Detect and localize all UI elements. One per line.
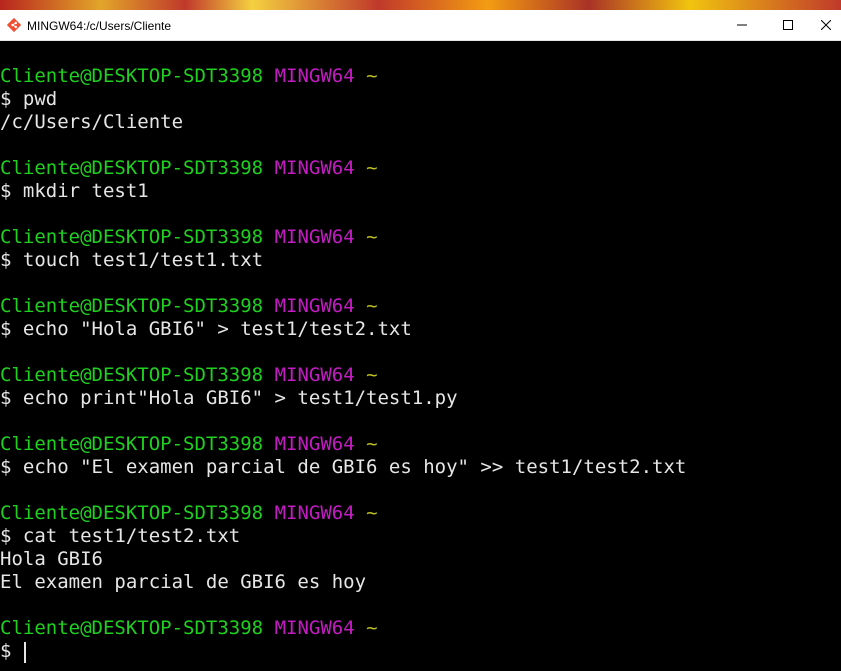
prompt-line: Cliente@DESKTOP-SDT3398 MINGW64 ~ <box>0 65 378 88</box>
prompt-shell: MINGW64 <box>274 157 355 179</box>
prompt-path: ~ <box>366 617 378 639</box>
prompt-user-host: Cliente@DESKTOP-SDT3398 <box>0 433 264 455</box>
prompt-shell: MINGW64 <box>274 295 355 317</box>
prompt-line: Cliente@DESKTOP-SDT3398 MINGW64 ~ <box>0 364 378 387</box>
output-line: Hola GBI6 <box>0 548 103 570</box>
prompt-path: ~ <box>366 157 378 179</box>
prompt-shell: MINGW64 <box>274 433 355 455</box>
prompt-user-host: Cliente@DESKTOP-SDT3398 <box>0 617 264 639</box>
prompt-user-host: Cliente@DESKTOP-SDT3398 <box>0 364 264 386</box>
prompt-shell: MINGW64 <box>274 502 355 524</box>
prompt-user-host: Cliente@DESKTOP-SDT3398 <box>0 65 264 87</box>
git-bash-window: MINGW64:/c/Users/Cliente Cliente@DESKTOP… <box>0 0 841 671</box>
command-line: $ echo print"Hola GBI6" > test1/test1.py <box>0 387 458 409</box>
prompt-user-host: Cliente@DESKTOP-SDT3398 <box>0 502 264 524</box>
prompt-path: ~ <box>366 226 378 248</box>
prompt-line: Cliente@DESKTOP-SDT3398 MINGW64 ~ <box>0 433 378 456</box>
close-icon <box>821 20 831 30</box>
prompt-user-host: Cliente@DESKTOP-SDT3398 <box>0 157 264 179</box>
prompt-shell: MINGW64 <box>274 364 355 386</box>
prompt-line: Cliente@DESKTOP-SDT3398 MINGW64 ~ <box>0 226 378 249</box>
minimize-button[interactable] <box>719 10 765 40</box>
prompt-shell: MINGW64 <box>274 617 355 639</box>
title-bar[interactable]: MINGW64:/c/Users/Cliente <box>0 10 841 41</box>
prompt-shell: MINGW64 <box>274 226 355 248</box>
command-line: $ pwd <box>0 88 58 110</box>
maximize-button[interactable] <box>765 10 811 40</box>
command-line: $ mkdir test1 <box>0 180 149 202</box>
input-prompt[interactable]: $ <box>0 640 23 663</box>
text-cursor <box>24 642 26 663</box>
prompt-line: Cliente@DESKTOP-SDT3398 MINGW64 ~ <box>0 157 378 180</box>
prompt-user-host: Cliente@DESKTOP-SDT3398 <box>0 226 264 248</box>
prompt-path: ~ <box>366 433 378 455</box>
prompt-line: Cliente@DESKTOP-SDT3398 MINGW64 ~ <box>0 502 378 525</box>
desktop-wallpaper-strip <box>0 0 841 10</box>
prompt-line: Cliente@DESKTOP-SDT3398 MINGW64 ~ <box>0 617 378 640</box>
prompt-path: ~ <box>366 65 378 87</box>
prompt-line: Cliente@DESKTOP-SDT3398 MINGW64 ~ <box>0 295 378 318</box>
prompt-path: ~ <box>366 295 378 317</box>
command-line: $ cat test1/test2.txt <box>0 525 241 547</box>
output-line: El examen parcial de GBI6 es hoy <box>0 571 367 593</box>
git-bash-icon[interactable] <box>6 17 22 33</box>
prompt-shell: MINGW64 <box>274 65 355 87</box>
maximize-icon <box>783 20 793 30</box>
command-line: $ echo "Hola GBI6" > test1/test2.txt <box>0 318 412 340</box>
command-line: $ touch test1/test1.txt <box>0 249 264 271</box>
command-line: $ echo "El examen parcial de GBI6 es hoy… <box>0 456 687 478</box>
prompt-user-host: Cliente@DESKTOP-SDT3398 <box>0 295 264 317</box>
window-title: MINGW64:/c/Users/Cliente <box>27 19 172 33</box>
minimize-icon <box>737 24 747 26</box>
prompt-path: ~ <box>366 502 378 524</box>
close-button[interactable] <box>811 10 841 40</box>
prompt-path: ~ <box>366 364 378 386</box>
terminal-output[interactable]: Cliente@DESKTOP-SDT3398 MINGW64 ~ $ pwd … <box>0 41 841 671</box>
output-line: /c/Users/Cliente <box>0 111 184 133</box>
